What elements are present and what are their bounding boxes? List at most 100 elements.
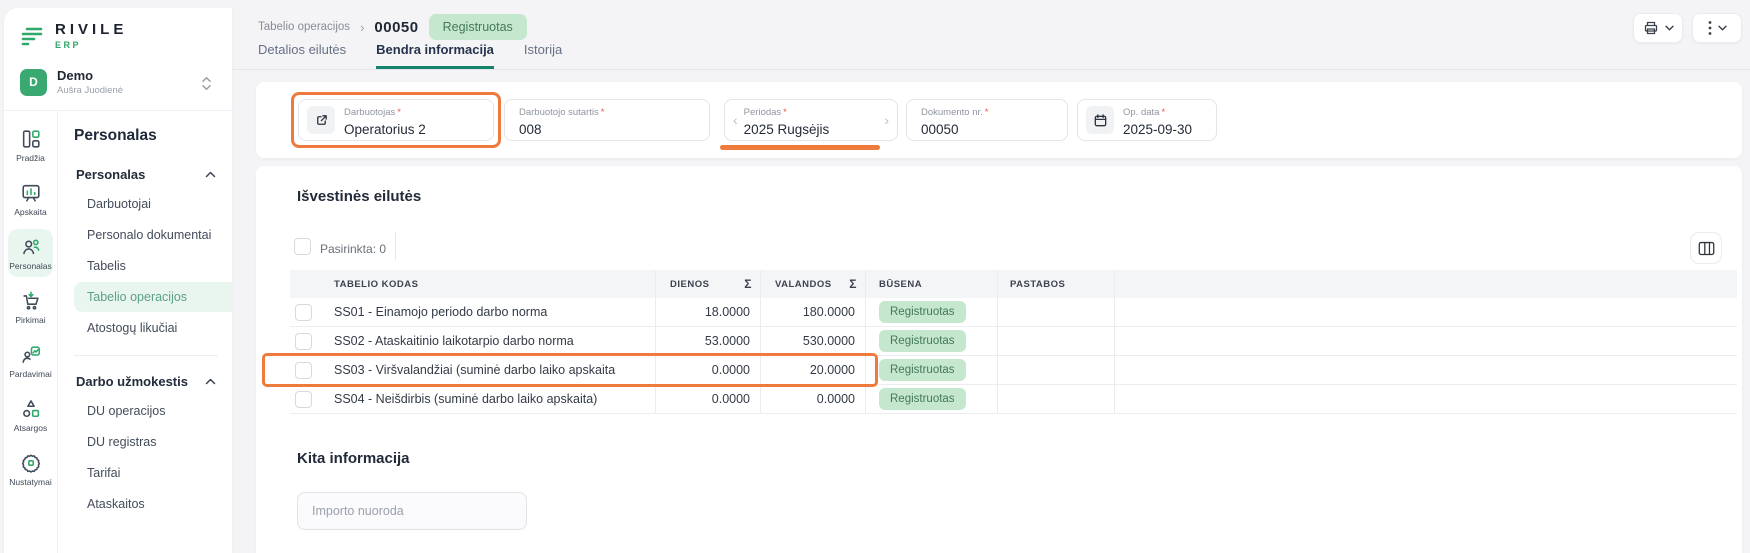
rail-item-atsargos[interactable]: Atsargos xyxy=(8,391,53,439)
topbar: Tabelio operacijos › 00050 Registruotas xyxy=(232,0,1750,70)
sidebar-item-ataskaitos[interactable]: Ataskaitos xyxy=(74,489,232,519)
sidebar: RIVILE ERP D Demo Aušra Juodienė Pradžia xyxy=(4,8,232,553)
sidebar-item-tabelio-operacijos[interactable]: Tabelio operacijos xyxy=(74,282,232,312)
row-code: SS01 - Einamojo periodo darbo norma xyxy=(320,298,656,326)
row-notes xyxy=(998,356,1115,384)
print-button[interactable] xyxy=(1633,13,1683,43)
chevron-down-icon xyxy=(1665,25,1674,31)
menu-section-personalas[interactable]: Personalas xyxy=(74,161,232,188)
required-mark: * xyxy=(397,107,401,118)
op-data-field[interactable]: Op. data* 2025-09-30 xyxy=(1077,99,1217,141)
rail-item-apskaita[interactable]: Apskaita xyxy=(8,175,53,223)
rail-item-pirkimai[interactable]: Pirkimai xyxy=(8,283,53,331)
rail-item-pardavimai[interactable]: Pardavimai xyxy=(8,337,53,385)
row-hours: 0.0000 xyxy=(761,385,866,413)
op-data-value: 2025-09-30 xyxy=(1123,123,1192,137)
row-code: SS03 - Viršvalandžiai (suminė darbo laik… xyxy=(320,356,656,384)
row-notes xyxy=(998,298,1115,326)
row-status-badge: Registruotas xyxy=(879,301,966,323)
calendar-icon[interactable] xyxy=(1086,106,1114,134)
row-checkbox[interactable] xyxy=(295,391,312,408)
menu-title: Personalas xyxy=(74,127,232,145)
top-actions xyxy=(1633,13,1742,43)
darbuotojo-sutartis-field[interactable]: Darbuotojo sutartis* 008 xyxy=(504,99,710,141)
row-days: 0.0000 xyxy=(656,385,761,413)
toolbar-divider xyxy=(395,232,396,260)
row-notes xyxy=(998,327,1115,355)
brand-name: RIVILE xyxy=(55,22,127,37)
row-status-badge: Registruotas xyxy=(879,359,966,381)
menu-hamburger-icon[interactable] xyxy=(20,25,46,47)
sidebar-item-atostogu-likuciai[interactable]: Atostogų likučiai xyxy=(74,313,232,343)
columns-icon xyxy=(1698,241,1715,256)
gear-icon xyxy=(8,452,53,474)
col-header-busena: BŪSENA xyxy=(866,270,998,298)
row-checkbox[interactable] xyxy=(295,362,312,379)
header-fields-card: Darbuotojas* Operatorius 2 Darbuotojo su… xyxy=(256,82,1742,158)
required-mark: * xyxy=(601,107,605,118)
col-header-pastabos: PASTABOS xyxy=(998,270,1115,298)
sum-icon[interactable]: Σ xyxy=(744,277,752,291)
col-header-dienos: DIENOS Σ xyxy=(656,270,761,298)
breadcrumb: Tabelio operacijos › 00050 Registruotas xyxy=(258,14,527,40)
period-next-icon[interactable]: › xyxy=(878,112,895,128)
periodas-value: 2025 Rugsėjis xyxy=(744,123,879,137)
kebab-menu-icon xyxy=(1708,20,1712,36)
switch-workspace-icon[interactable] xyxy=(201,76,212,91)
workspace-name: Demo xyxy=(57,68,123,83)
darbuotojas-value: Operatorius 2 xyxy=(344,123,426,137)
external-link-icon[interactable] xyxy=(307,106,335,134)
rail-item-pradzia[interactable]: Pradžia xyxy=(8,121,53,169)
sidebar-header: RIVILE ERP D Demo Aušra Juodienė xyxy=(4,8,232,111)
tab-bendra-informacija[interactable]: Bendra informacija xyxy=(376,42,494,69)
table-row-ss04[interactable]: SS04 - Neišdirbis (suminė darbo laiko ap… xyxy=(290,385,1737,414)
menu-section-darbo-uzmokestis[interactable]: Darbo užmokestis xyxy=(74,368,232,395)
darbuotojas-field[interactable]: Darbuotojas* Operatorius 2 xyxy=(298,99,494,141)
col-header-tabelio-kodas: TABELIO KODAS xyxy=(320,270,656,298)
rail-item-personalas[interactable]: Personalas xyxy=(8,229,53,277)
derived-rows-table: TABELIO KODAS DIENOS Σ VALANDOS Σ BŪSENA… xyxy=(290,270,1737,414)
document-number: 00050 xyxy=(374,19,418,36)
row-code: SS04 - Neišdirbis (suminė darbo laiko ap… xyxy=(320,385,656,413)
table-row-ss03[interactable]: SS03 - Viršvalandžiai (suminė darbo laik… xyxy=(290,356,1737,385)
dokumento-nr-field[interactable]: Dokumento nr.* 00050 xyxy=(906,99,1068,141)
cart-icon xyxy=(8,290,53,312)
sum-icon[interactable]: Σ xyxy=(849,277,857,291)
sidebar-item-tabelis[interactable]: Tabelis xyxy=(74,251,232,281)
row-code: SS02 - Ataskaitinio laikotarpio darbo no… xyxy=(320,327,656,355)
sidebar-item-personalo-dokumentai[interactable]: Personalo dokumentai xyxy=(74,220,232,250)
sidebar-item-du-operacijos[interactable]: DU operacijos xyxy=(74,396,232,426)
workspace-switcher[interactable]: D Demo Aušra Juodienė xyxy=(18,60,218,110)
row-status-badge: Registruotas xyxy=(879,330,966,352)
rail-item-nustatymai[interactable]: Nustatymai xyxy=(8,445,53,493)
breadcrumb-link[interactable]: Tabelio operacijos xyxy=(258,21,350,33)
chevron-down-icon xyxy=(1718,25,1727,31)
sidebar-item-du-registras[interactable]: DU registras xyxy=(74,427,232,457)
column-settings-button[interactable] xyxy=(1690,232,1722,264)
row-hours: 180.0000 xyxy=(761,298,866,326)
row-notes xyxy=(998,385,1115,413)
table-row-ss02[interactable]: SS02 - Ataskaitinio laikotarpio darbo no… xyxy=(290,327,1737,356)
brand-sub: ERP xyxy=(55,40,127,50)
periodas-field[interactable]: ‹ Periodas* 2025 Rugsėjis › xyxy=(724,99,898,141)
derived-rows-card: Išvestinės eilutės Pasirinkta: 0 TABELIO… xyxy=(256,166,1742,553)
sidebar-item-darbuotojai[interactable]: Darbuotojai xyxy=(74,189,232,219)
period-prev-icon[interactable]: ‹ xyxy=(727,112,744,128)
logo: RIVILE ERP xyxy=(18,20,218,60)
row-days: 18.0000 xyxy=(656,298,761,326)
people-icon xyxy=(8,236,53,258)
avatar: D xyxy=(20,69,47,96)
tab-istorija[interactable]: Istorija xyxy=(524,42,562,69)
tab-detalios-eilutes[interactable]: Detalios eilutės xyxy=(258,42,346,69)
row-status-badge: Registruotas xyxy=(879,388,966,410)
row-checkbox[interactable] xyxy=(295,333,312,350)
dokumento-nr-value: 00050 xyxy=(921,123,989,137)
more-actions-button[interactable] xyxy=(1692,13,1742,43)
table-row-ss01[interactable]: SS01 - Einamojo periodo darbo norma 18.0… xyxy=(290,298,1737,327)
import-link-input[interactable] xyxy=(297,492,527,530)
icon-rail: Pradžia Apskaita Personalas Pirkimai xyxy=(4,111,58,553)
select-all-checkbox[interactable] xyxy=(294,238,311,255)
row-checkbox[interactable] xyxy=(295,304,312,321)
row-days: 53.0000 xyxy=(656,327,761,355)
sidebar-item-tarifai[interactable]: Tarifai xyxy=(74,458,232,488)
